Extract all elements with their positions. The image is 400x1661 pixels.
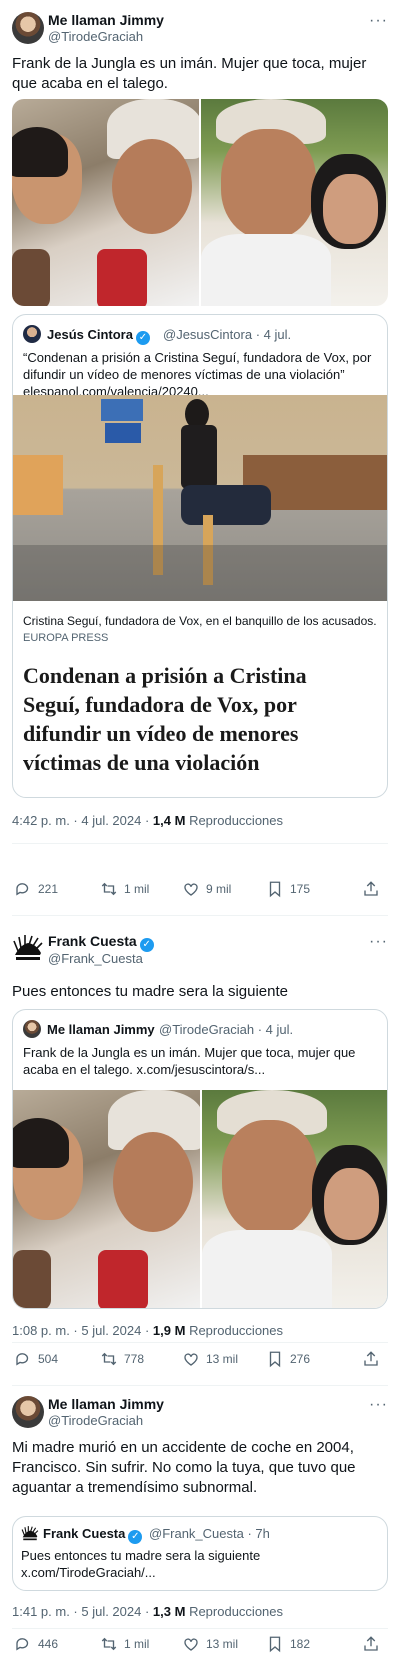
- bookmark-icon: [269, 1636, 281, 1653]
- like-button[interactable]: 9 mil: [182, 880, 231, 898]
- quoted-author-handle[interactable]: @JesusCintora · 4 jul.: [163, 327, 291, 342]
- quoted-text: Frank de la Jungla es un imán. Mujer que…: [23, 1045, 356, 1077]
- like-icon: [184, 883, 198, 896]
- bookmark-button[interactable]: 182: [266, 1635, 310, 1653]
- divider: [12, 843, 388, 844]
- share-icon: [364, 1636, 378, 1651]
- quoted-tweet[interactable]: Frank Cuesta ✓ @Frank_Cuesta · 7h Pues en…: [12, 1516, 388, 1591]
- tweet: Me llaman Jimmy @TirodeGraciah ··· Frank…: [0, 0, 400, 898]
- avatar[interactable]: [12, 1396, 44, 1428]
- bookmark-icon: [269, 881, 281, 898]
- reply-button[interactable]: 221: [14, 880, 58, 898]
- more-icon[interactable]: ···: [369, 1396, 388, 1414]
- quoted-author-name[interactable]: Jesús Cintora ✓: [47, 327, 150, 345]
- quoted-text: “Condenan a prisión a Cristina Seguí, fu…: [23, 350, 372, 399]
- tweet-text: Frank de la Jungla es un imán. Mujer que…: [12, 55, 367, 92]
- tweet-actions: 221 1 mil 9 mil 175: [0, 880, 400, 900]
- retweet-button[interactable]: 1 mil: [100, 880, 149, 898]
- photo[interactable]: [202, 1090, 387, 1308]
- bookmark-button[interactable]: 276: [266, 1350, 310, 1368]
- media-grid[interactable]: [13, 1090, 387, 1308]
- verified-icon: ✓: [139, 938, 154, 952]
- reply-button[interactable]: 504: [14, 1350, 58, 1368]
- retweet-button[interactable]: 1 mil: [100, 1635, 149, 1653]
- like-button[interactable]: 13 mil: [182, 1635, 238, 1653]
- share-button[interactable]: [362, 1635, 380, 1653]
- porcupine-logo-icon: [21, 1526, 39, 1541]
- retweet-button[interactable]: 778: [100, 1350, 144, 1368]
- retweet-icon: [101, 1352, 117, 1366]
- photo[interactable]: [201, 99, 388, 306]
- media-grid[interactable]: [12, 99, 388, 306]
- tweet-text: Pues entonces tu madre sera la siguiente: [12, 983, 288, 1000]
- tweet-actions: 446 1 mil 13 mil 182: [0, 1635, 400, 1655]
- more-icon[interactable]: ···: [369, 933, 388, 951]
- author-handle[interactable]: @TirodeGraciah: [48, 1413, 143, 1428]
- image-caption: Cristina Seguí, fundadora de Vox, en el …: [23, 614, 377, 628]
- tweet: Me llaman Jimmy @TirodeGraciah ··· Mi ma…: [0, 1390, 400, 1661]
- reply-icon: [16, 883, 29, 896]
- quoted-link[interactable]: x.com/TirodeGraciah/...: [21, 1565, 156, 1580]
- more-icon[interactable]: ···: [369, 12, 388, 30]
- divider: [12, 1385, 388, 1386]
- article-image[interactable]: [13, 395, 387, 601]
- divider: [12, 1342, 388, 1343]
- share-icon: [364, 881, 378, 896]
- photo[interactable]: [12, 99, 199, 306]
- share-button[interactable]: [362, 1350, 380, 1368]
- avatar[interactable]: [12, 933, 44, 965]
- author-name[interactable]: Me llaman Jimmy: [48, 1396, 164, 1412]
- quoted-tweet[interactable]: Jesús Cintora ✓ @JesusCintora · 4 jul. “C…: [12, 314, 388, 798]
- quoted-link[interactable]: x.com/jesuscintora/s...: [137, 1062, 266, 1077]
- share-button[interactable]: [362, 880, 380, 898]
- quoted-tweet[interactable]: Me llaman Jimmy @TirodeGraciah · 4 jul. …: [12, 1009, 388, 1309]
- article-headline[interactable]: Condenan a prisión a Cristina Seguí, fun…: [23, 661, 363, 777]
- tweet-meta: 1:08 p. m. · 5 jul. 2024 · 1,9 M Reprodu…: [12, 1323, 284, 1338]
- author-name[interactable]: Me llaman Jimmy: [48, 12, 164, 28]
- like-button[interactable]: 13 mil: [182, 1350, 238, 1368]
- verified-icon: ✓: [135, 331, 150, 345]
- like-icon: [184, 1353, 198, 1366]
- retweet-icon: [101, 1637, 117, 1651]
- porcupine-logo-icon: [13, 935, 43, 960]
- tweet-actions: 504 778 13 mil 276: [0, 1350, 400, 1370]
- quoted-author-handle[interactable]: @Frank_Cuesta · 7h: [149, 1526, 270, 1541]
- verified-icon: ✓: [128, 1530, 143, 1544]
- reply-icon: [16, 1638, 29, 1651]
- avatar[interactable]: [23, 325, 41, 343]
- tweet-meta: 4:42 p. m. · 4 jul. 2024 · 1,4 M Reprodu…: [12, 813, 284, 828]
- quoted-author-name[interactable]: Frank Cuesta ✓: [43, 1526, 143, 1544]
- reply-icon: [16, 1353, 29, 1366]
- divider: [12, 1628, 388, 1629]
- divider: [12, 915, 388, 916]
- share-icon: [364, 1351, 378, 1366]
- quoted-author-handle[interactable]: @TirodeGraciah · 4 jul.: [159, 1022, 293, 1037]
- bookmark-button[interactable]: 175: [266, 880, 310, 898]
- tweet: Frank Cuesta ✓ @Frank_Cuesta ··· Pues ent…: [0, 925, 400, 1345]
- quoted-author-name[interactable]: Me llaman Jimmy: [47, 1022, 155, 1037]
- avatar[interactable]: [21, 1525, 39, 1543]
- quoted-text: Pues entonces tu madre sera la siguiente…: [21, 1548, 261, 1580]
- bookmark-icon: [269, 1351, 281, 1368]
- retweet-icon: [101, 882, 117, 896]
- tweet-text: Mi madre murió en un accidente de coche …: [12, 1439, 356, 1496]
- author-handle[interactable]: @Frank_Cuesta: [48, 951, 143, 966]
- like-icon: [184, 1638, 198, 1651]
- photo[interactable]: [13, 1090, 200, 1308]
- image-credit: EUROPA PRESS: [23, 632, 109, 644]
- author-name[interactable]: Frank Cuesta ✓: [48, 933, 154, 952]
- avatar[interactable]: [23, 1020, 41, 1038]
- tweet-meta: 1:41 p. m. · 5 jul. 2024 · 1,3 M Reprodu…: [12, 1604, 284, 1619]
- avatar[interactable]: [12, 12, 44, 44]
- reply-button[interactable]: 446: [14, 1635, 58, 1653]
- author-handle[interactable]: @TirodeGraciah: [48, 29, 143, 44]
